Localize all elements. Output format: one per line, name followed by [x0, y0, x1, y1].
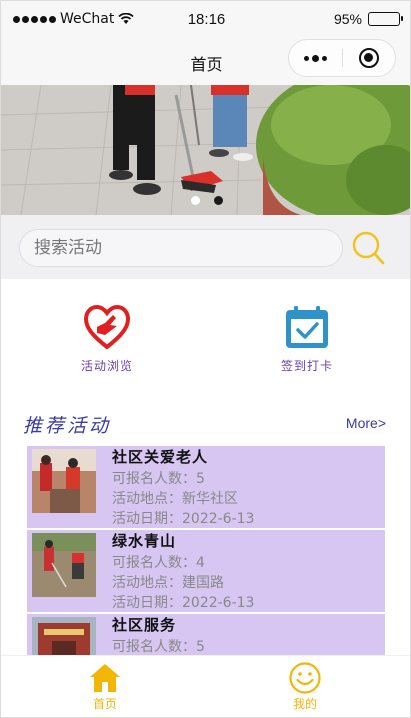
quick-link-label: 签到打卡: [280, 359, 333, 373]
activity-thumbnail: [32, 533, 96, 597]
status-bar: WeChat 18:16 95%: [1, 1, 410, 39]
search-bar: 搜索活动: [1, 215, 410, 279]
tab-mine[interactable]: 我的: [265, 662, 345, 712]
home-icon: [90, 664, 120, 692]
activity-card[interactable]: 绿水青山 可报名人数：4 活动地点：建国路 活动日期：2022-6-13: [27, 530, 385, 612]
quick-link-label: 活动浏览: [80, 359, 133, 373]
miniprogram-capsule: [288, 39, 396, 77]
tab-label: 我的: [292, 697, 317, 711]
activity-name: 绿水青山: [112, 532, 177, 550]
banner-indicator: [1, 196, 410, 205]
quick-link-browse[interactable]: 活动浏览: [47, 303, 167, 374]
activity-card[interactable]: 社区关爱老人 可报名人数：5 活动地点：新华社区 活动日期：2022-6-13: [27, 446, 385, 528]
activity-name: 社区服务: [112, 616, 177, 634]
tab-home[interactable]: 首页: [65, 662, 145, 712]
activity-date: 活动日期：2022-6-13: [112, 511, 255, 527]
tab-label: 首页: [92, 697, 117, 711]
activity-date: 活动日期：2022-6-13: [112, 595, 255, 611]
heart-hand-icon: [83, 304, 131, 350]
calendar-check-icon: [286, 306, 328, 348]
search-icon[interactable]: [351, 229, 387, 267]
close-miniprogram-icon[interactable]: [343, 48, 396, 68]
smiley-icon: [289, 662, 321, 694]
activity-quota: 可报名人数：5: [112, 639, 205, 655]
banner-dot[interactable]: [213, 196, 223, 205]
quick-link-checkin[interactable]: 签到打卡: [247, 303, 367, 374]
phone-screen: WeChat 18:16 95% 首页 搜索活动 活动浏览 签到打卡 推荐活动 …: [0, 0, 411, 718]
activity-place: 活动地点：新华社区: [112, 491, 238, 507]
activity-thumbnail: [32, 449, 96, 513]
activity-name: 社区关爱老人: [112, 448, 209, 466]
activity-quota: 可报名人数：5: [112, 471, 205, 487]
status-right: 95%: [333, 11, 403, 27]
nav-bar: 首页: [1, 39, 410, 85]
battery-icon: [368, 12, 403, 26]
search-input[interactable]: 搜索活动: [19, 229, 343, 267]
more-menu-icon[interactable]: [289, 54, 342, 62]
battery-percent: 95%: [333, 11, 362, 27]
tab-bar: 首页 我的: [1, 655, 410, 717]
activity-quota: 可报名人数：4: [112, 555, 205, 571]
more-link[interactable]: More>: [346, 415, 386, 431]
banner-dot[interactable]: [190, 196, 200, 205]
banner-carousel[interactable]: [1, 85, 410, 215]
activity-place: 活动地点：建国路: [112, 575, 224, 591]
section-title: 推荐活动: [23, 415, 112, 437]
